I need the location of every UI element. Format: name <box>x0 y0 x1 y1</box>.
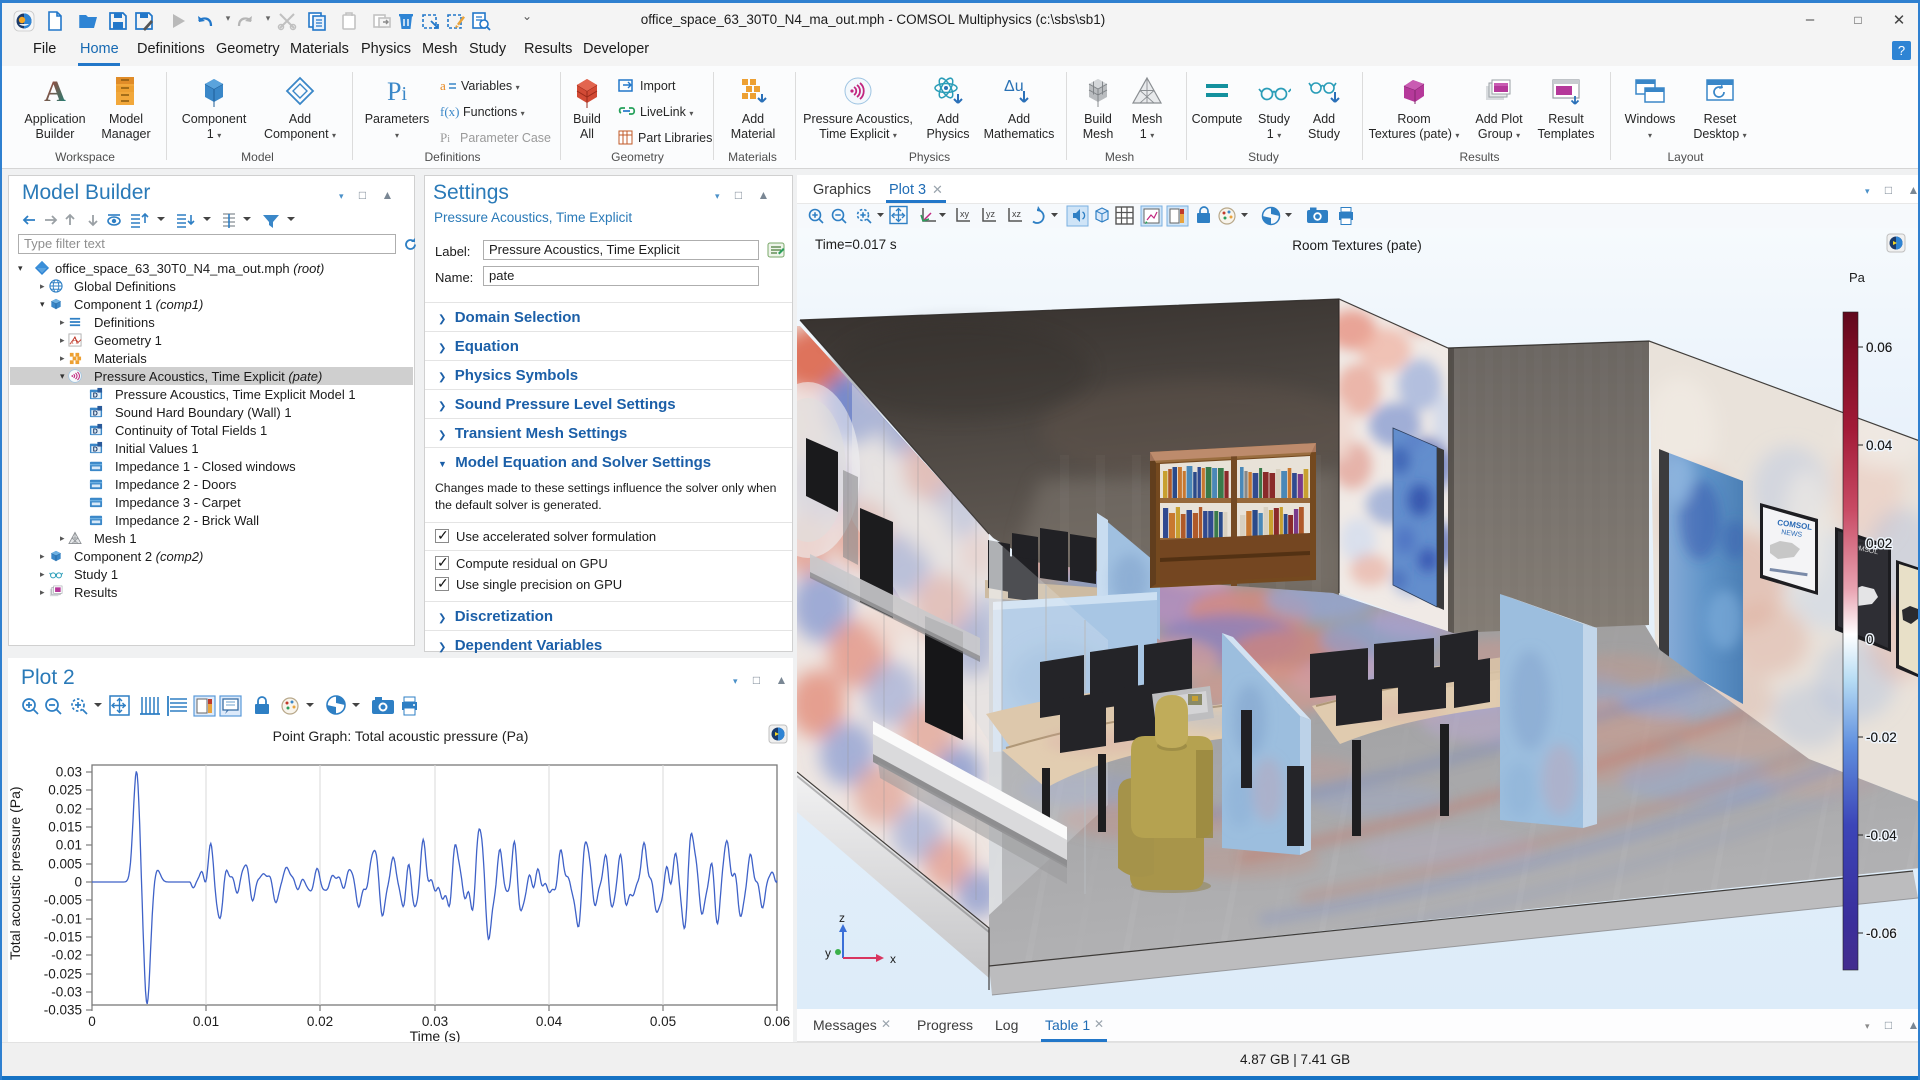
svg-text:a: a <box>440 78 446 93</box>
svg-text:z: z <box>839 911 845 925</box>
svg-text:y: y <box>825 946 831 960</box>
svg-text:-0.01: -0.01 <box>51 912 82 927</box>
svg-text:x: x <box>890 952 896 966</box>
svg-text:Δu: Δu <box>1004 78 1024 95</box>
svg-text:-0.025: -0.025 <box>44 967 82 982</box>
svg-text:0.01: 0.01 <box>56 838 82 853</box>
svg-text:-0.03: -0.03 <box>51 985 82 1000</box>
svg-text:D: D <box>93 446 98 453</box>
svg-text:0: 0 <box>88 1014 96 1029</box>
svg-text:0: 0 <box>74 875 82 890</box>
svg-text:0.02: 0.02 <box>307 1014 333 1029</box>
svg-text:0: 0 <box>1866 632 1874 647</box>
svg-text:0.03: 0.03 <box>56 765 82 780</box>
svg-text:-0.015: -0.015 <box>44 930 82 945</box>
svg-text:D: D <box>93 428 98 435</box>
svg-text:-0.005: -0.005 <box>44 893 82 908</box>
svg-text:0.06: 0.06 <box>764 1014 790 1029</box>
svg-text:0.02: 0.02 <box>1866 536 1892 551</box>
svg-text:-0.02: -0.02 <box>1866 730 1897 745</box>
svg-text:0.06: 0.06 <box>1866 340 1892 355</box>
svg-text:xz: xz <box>1012 209 1022 219</box>
svg-text:-0.02: -0.02 <box>51 948 82 963</box>
svg-text:A: A <box>44 75 66 108</box>
svg-text:yz: yz <box>986 209 996 219</box>
svg-text:-0.04: -0.04 <box>1866 828 1897 843</box>
svg-text:0.02: 0.02 <box>56 802 82 817</box>
svg-text:xy: xy <box>960 209 970 219</box>
svg-text:0.015: 0.015 <box>48 820 82 835</box>
svg-text:0.01: 0.01 <box>193 1014 219 1029</box>
svg-text:Total acoustic pressure (Pa): Total acoustic pressure (Pa) <box>8 786 23 960</box>
svg-text:D: D <box>93 410 98 417</box>
svg-text:f(x): f(x) <box>440 104 459 119</box>
svg-text:0.04: 0.04 <box>1866 438 1893 453</box>
svg-text:0.05: 0.05 <box>650 1014 676 1029</box>
svg-text:Pi: Pi <box>387 77 407 106</box>
svg-text:Pi: Pi <box>440 130 450 145</box>
svg-text:0.005: 0.005 <box>48 857 82 872</box>
svg-text:-0.06: -0.06 <box>1866 926 1897 941</box>
svg-text:0.03: 0.03 <box>422 1014 448 1029</box>
svg-text:D: D <box>93 392 98 399</box>
svg-text:0.025: 0.025 <box>48 783 82 798</box>
svg-text:-0.035: -0.035 <box>44 1003 82 1018</box>
svg-text:0.04: 0.04 <box>536 1014 563 1029</box>
